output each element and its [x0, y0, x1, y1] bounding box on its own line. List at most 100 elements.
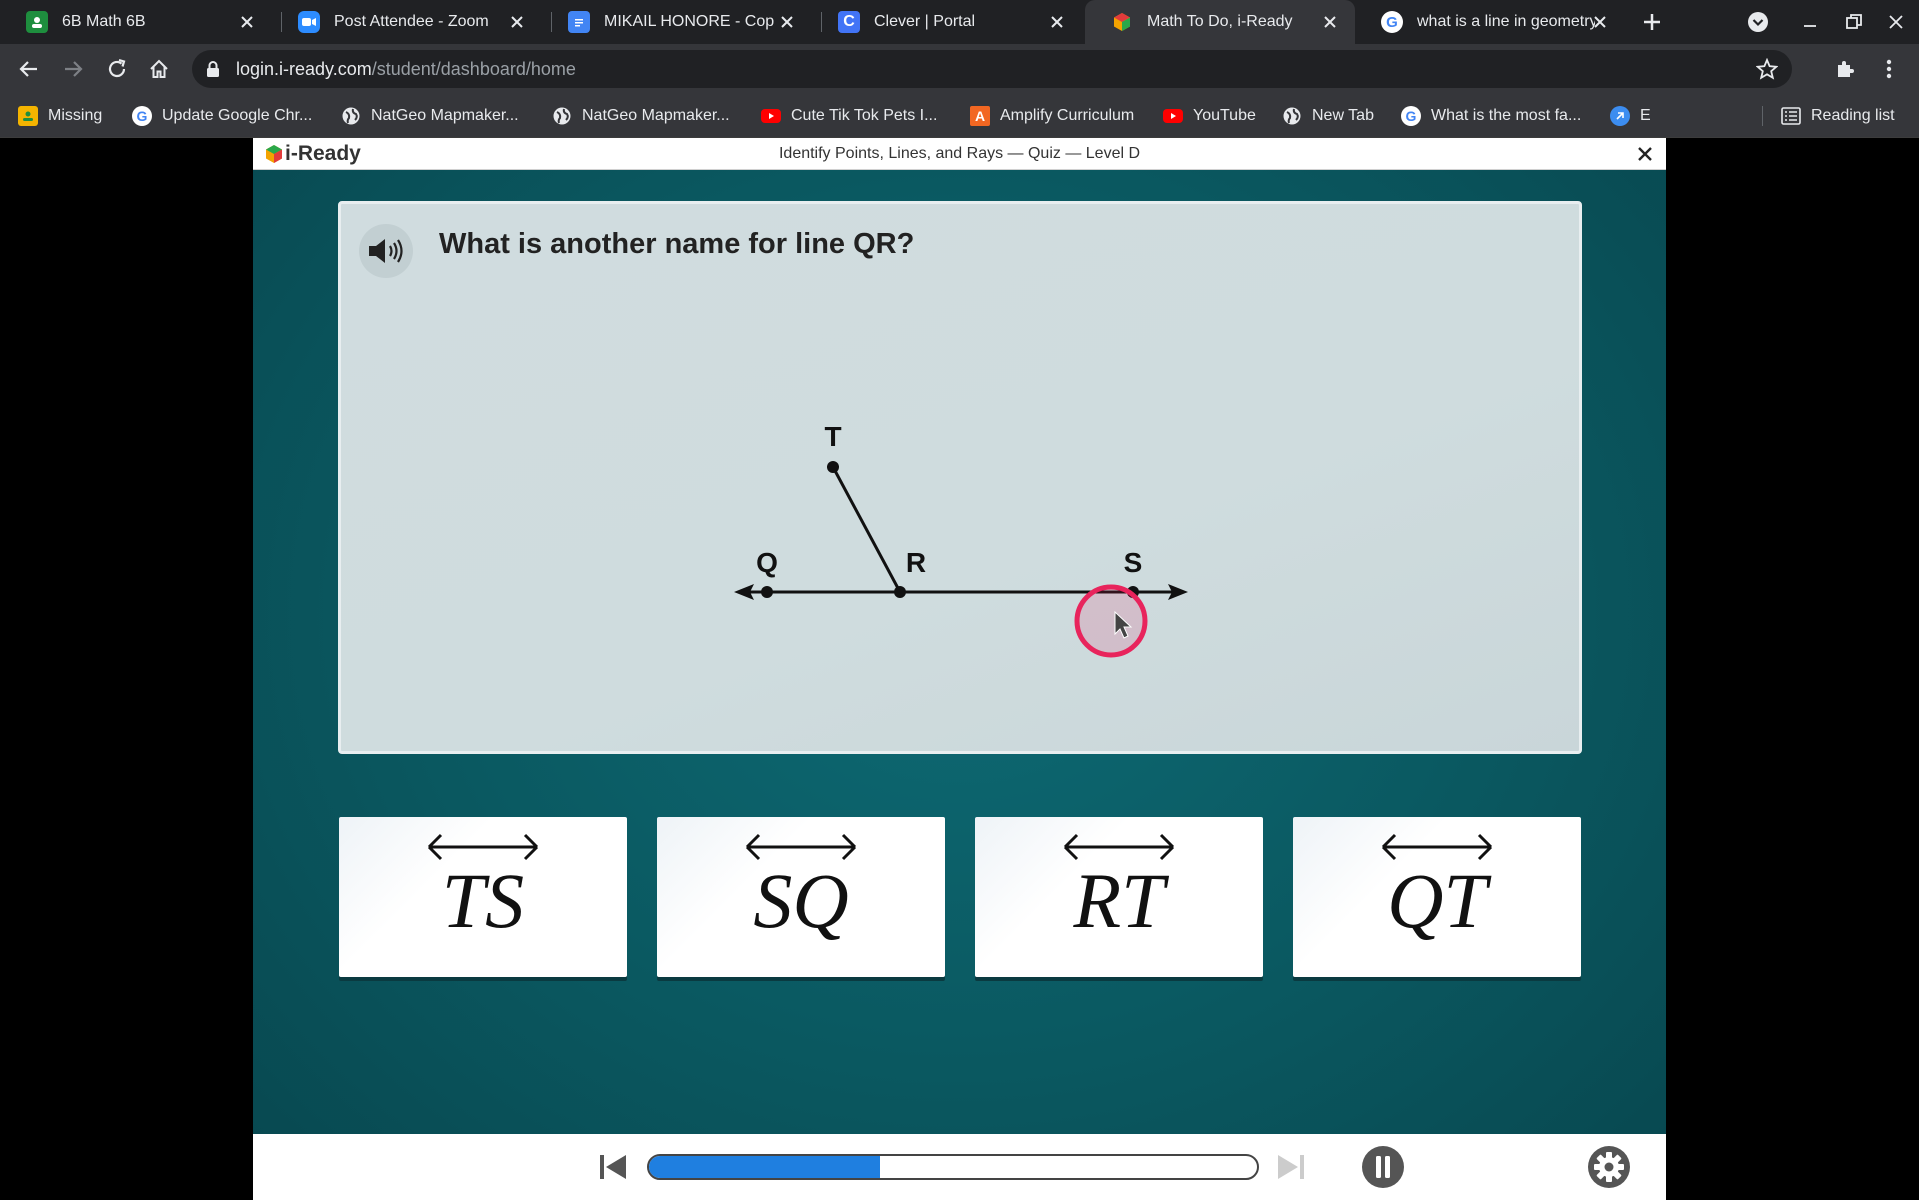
- url-host: login.i-ready.com: [236, 59, 372, 79]
- tab-iready[interactable]: Math To Do, i-Ready: [1085, 0, 1355, 44]
- bookmark-new-tab[interactable]: New Tab: [1282, 94, 1374, 138]
- minimize-icon[interactable]: [1788, 0, 1832, 44]
- puzzle-icon: [1838, 61, 1854, 77]
- cursor-highlight-ring: [1074, 584, 1148, 658]
- google-icon: G: [1401, 106, 1421, 126]
- bookmark-star-icon[interactable]: [1756, 58, 1778, 80]
- bookmark-label: What is the most fa...: [1431, 107, 1582, 124]
- lock-icon: [207, 61, 219, 77]
- restore-icon[interactable]: [1832, 0, 1876, 44]
- close-tab-icon[interactable]: [1319, 11, 1341, 33]
- bookmark-label: NatGeo Mapmaker...: [371, 107, 519, 124]
- reload-icon: [108, 58, 126, 78]
- close-tab-icon[interactable]: [776, 11, 798, 33]
- close-icon: [1638, 147, 1652, 161]
- bookmark-label: YouTube: [1193, 107, 1256, 124]
- home-button[interactable]: [142, 52, 176, 86]
- bookmark-what-is-most-famous[interactable]: G What is the most fa...: [1401, 94, 1581, 138]
- bookmark-label: Update Google Chr...: [162, 107, 313, 124]
- bookmark-e[interactable]: E: [1610, 94, 1651, 138]
- iready-icon: [1111, 11, 1133, 33]
- player-controls: [253, 1134, 1666, 1200]
- choice-label: SQ: [753, 857, 848, 944]
- bookmarks-bar: Missing G Update Google Chr... NatGeo Ma…: [0, 94, 1919, 138]
- tab-zoom[interactable]: Post Attendee - Zoom: [272, 0, 542, 44]
- bookmark-label: Cute Tik Tok Pets I...: [791, 107, 938, 124]
- question-panel: What is another name for line QR? T Q R …: [338, 201, 1582, 754]
- classroom-icon: [18, 106, 38, 126]
- line-symbol-ts: TS: [427, 833, 539, 944]
- browser-tab-strip: 6B Math 6B Post Attendee - Zoom MIKAIL H…: [0, 0, 1919, 44]
- line-symbol-sq: SQ: [745, 833, 857, 944]
- bookmark-update-google-chrome[interactable]: G Update Google Chr...: [132, 94, 312, 138]
- address-bar[interactable]: login.i-ready.com/student/dashboard/home: [192, 50, 1792, 88]
- pause-button[interactable]: [1361, 1145, 1405, 1189]
- edge-icon: [1610, 106, 1630, 126]
- close-tab-icon[interactable]: [506, 11, 528, 33]
- answer-choice-qt[interactable]: QT: [1293, 817, 1581, 977]
- tab-search-icon[interactable]: [1736, 0, 1780, 44]
- back-button[interactable]: [12, 52, 46, 86]
- bookmark-separator: [1762, 106, 1763, 126]
- lesson-title-bar: i-Ready Identify Points, Lines, and Rays…: [253, 138, 1666, 170]
- bookmark-cute-tiktok[interactable]: Cute Tik Tok Pets I...: [761, 94, 937, 138]
- new-tab-button[interactable]: [1630, 0, 1674, 44]
- reading-list-button[interactable]: Reading list: [1781, 94, 1895, 138]
- label-r: R: [906, 547, 926, 578]
- line-symbol-qt: QT: [1381, 833, 1493, 944]
- bookmark-amplify[interactable]: A Amplify Curriculum: [970, 94, 1134, 138]
- close-window-icon[interactable]: [1874, 0, 1918, 44]
- bookmark-natgeo-2[interactable]: NatGeo Mapmaker...: [552, 94, 730, 138]
- close-lesson-button[interactable]: [1632, 141, 1658, 167]
- youtube-icon: [761, 106, 781, 126]
- tab-docs[interactable]: MIKAIL HONORE - Copy o: [542, 0, 812, 44]
- close-tab-icon[interactable]: [236, 11, 258, 33]
- progress-bar[interactable]: [647, 1154, 1259, 1180]
- bookmark-label: Amplify Curriculum: [1000, 107, 1135, 124]
- url-path: /student/dashboard/home: [371, 59, 576, 79]
- answer-choice-rt[interactable]: RT: [975, 817, 1263, 977]
- url-text: login.i-ready.com/student/dashboard/home: [236, 59, 576, 80]
- bookmark-label: Missing: [48, 107, 103, 124]
- skip-forward-button[interactable]: [1271, 1148, 1311, 1186]
- docs-icon: [568, 11, 590, 33]
- menu-button[interactable]: [1872, 52, 1906, 86]
- skip-back-button[interactable]: [593, 1148, 633, 1186]
- tab-title: 6B Math 6B: [62, 13, 146, 30]
- amplify-icon: A: [970, 106, 990, 126]
- pause-icon: [1362, 1146, 1404, 1188]
- home-icon: [150, 59, 168, 78]
- reading-list-label: Reading list: [1811, 107, 1895, 124]
- clever-icon: C: [838, 11, 860, 33]
- youtube-icon: [1163, 106, 1183, 126]
- settings-button[interactable]: [1587, 1145, 1631, 1189]
- extensions-button[interactable]: [1828, 52, 1862, 86]
- reload-button[interactable]: [100, 52, 134, 86]
- answer-choice-ts[interactable]: TS: [339, 817, 627, 977]
- tab-6b-math[interactable]: 6B Math 6B: [0, 0, 272, 44]
- label-q: Q: [756, 547, 778, 578]
- close-tab-icon[interactable]: [1046, 11, 1068, 33]
- tab-title: MIKAIL HONORE - Copy o: [604, 13, 774, 30]
- bookmark-label: NatGeo Mapmaker...: [582, 107, 730, 124]
- close-tab-icon[interactable]: [1589, 11, 1611, 33]
- bookmark-youtube[interactable]: YouTube: [1163, 94, 1256, 138]
- label-s: S: [1124, 547, 1143, 578]
- lesson-title: Identify Points, Lines, and Rays — Quiz …: [778, 145, 1141, 162]
- browser-toolbar: login.i-ready.com/student/dashboard/home: [0, 44, 1919, 94]
- choice-label: QT: [1387, 857, 1491, 944]
- bookmark-missing[interactable]: Missing: [18, 94, 102, 138]
- kebab-menu-icon: [1886, 59, 1892, 79]
- tab-clever[interactable]: C Clever | Portal: [812, 0, 1082, 44]
- label-t: T: [824, 421, 841, 452]
- tab-title: Clever | Portal: [874, 13, 976, 30]
- globe-icon: [552, 106, 572, 126]
- skip-back-icon: [600, 1155, 626, 1179]
- tab-google-search[interactable]: G what is a line in geometry: [1355, 0, 1625, 44]
- tab-title: Math To Do, i-Ready: [1147, 13, 1293, 30]
- point-q: [761, 586, 773, 598]
- answer-choice-sq[interactable]: SQ: [657, 817, 945, 977]
- bookmark-natgeo-1[interactable]: NatGeo Mapmaker...: [341, 94, 519, 138]
- choice-label: TS: [442, 857, 524, 944]
- forward-button[interactable]: [56, 52, 90, 86]
